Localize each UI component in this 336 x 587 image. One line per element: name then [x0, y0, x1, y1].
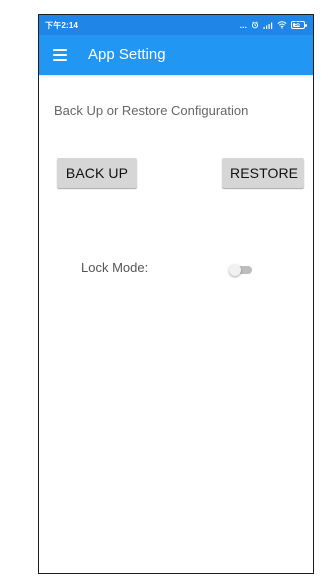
menu-line: [53, 49, 67, 51]
menu-icon[interactable]: [53, 49, 67, 61]
toggle-thumb: [229, 264, 241, 276]
restore-button[interactable]: RESTORE: [222, 158, 304, 188]
status-time: 下午2:14: [45, 20, 79, 30]
status-more: ...: [239, 20, 247, 30]
alarm-icon: [251, 21, 259, 29]
wifi-icon: [277, 21, 287, 29]
status-icons: ... 58: [240, 21, 307, 30]
battery-icon: 58: [291, 21, 307, 29]
app-bar: App Setting: [39, 35, 313, 75]
backup-restore-label: Back Up or Restore Configuration: [54, 103, 249, 118]
lock-mode-toggle[interactable]: [229, 264, 252, 276]
phone-screen: 下午2:14 ... 58 App Setting Back Up or Res…: [38, 14, 314, 574]
battery-percent: 58: [294, 22, 302, 28]
menu-line: [53, 59, 67, 61]
settings-content: Back Up or Restore Configuration BACK UP…: [39, 75, 313, 573]
page-title: App Setting: [88, 46, 166, 63]
menu-line: [53, 54, 67, 56]
back-up-button[interactable]: BACK UP: [57, 158, 137, 188]
signal-icon: [263, 21, 273, 29]
lock-mode-label: Lock Mode:: [81, 260, 149, 275]
status-bar: 下午2:14 ... 58: [39, 15, 313, 35]
